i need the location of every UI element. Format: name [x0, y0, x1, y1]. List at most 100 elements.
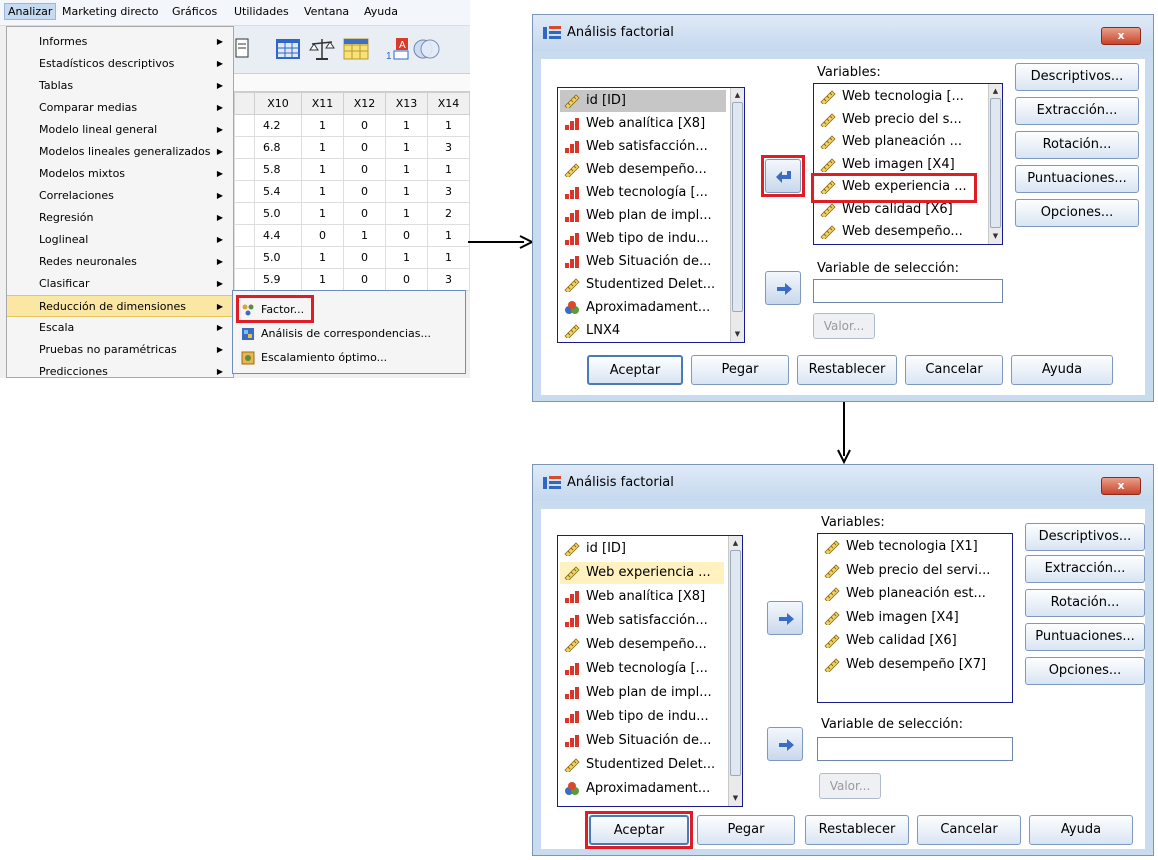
variable-list-item[interactable]: Web analítica [X8] [560, 586, 724, 608]
row-header[interactable] [234, 224, 255, 247]
row-header[interactable] [234, 180, 255, 203]
target-variable-list[interactable]: Web desempeño [X7] Web calidad [X6] Web im… [817, 533, 1013, 703]
source-variable-list[interactable]: Aproximadament... Studentized Delet... Web… [557, 535, 743, 807]
puntuaciones-button[interactable]: Puntuaciones... [1025, 623, 1145, 651]
ayuda-button[interactable]: Ayuda [1011, 355, 1113, 385]
scroll-thumb[interactable] [732, 102, 743, 312]
variable-list-item[interactable]: Web plan de impl... [560, 682, 724, 704]
table-cell[interactable]: 1 [426, 158, 470, 181]
restablecer-button[interactable]: Restablecer [797, 355, 897, 385]
variable-list-item[interactable]: Web tecnologia [... [816, 86, 984, 108]
variable-list-item[interactable]: Web satisfacción... [560, 610, 724, 632]
target-list-scrollbar[interactable]: ▲ ▼ [988, 84, 1002, 244]
scroll-down-icon[interactable]: ▼ [730, 792, 741, 804]
restablecer-button[interactable]: Restablecer [805, 815, 909, 845]
table-cell[interactable]: 0 [343, 246, 386, 269]
select-cases-grid-icon[interactable] [342, 36, 370, 62]
table-cell[interactable]: 0 [385, 268, 428, 291]
table-cell[interactable]: 1 [426, 224, 470, 247]
menu-ayuda[interactable]: Ayuda [364, 5, 398, 18]
row-header[interactable] [234, 268, 255, 291]
extraccion-button[interactable]: Extracción... [1015, 97, 1139, 125]
menu-item-pruebas-no-parametricas[interactable]: Pruebas no paramétricas ▶ [7, 339, 233, 361]
variable-list-item[interactable]: Web desempeño... [560, 634, 724, 656]
menu-item-predicciones[interactable]: Predicciones ▶ [7, 361, 233, 378]
cancelar-button[interactable]: Cancelar [905, 355, 1003, 385]
scroll-up-icon[interactable]: ▲ [990, 85, 1001, 97]
variable-list-item[interactable]: Web desempeño... [816, 221, 984, 243]
menu-item-regresion[interactable]: Regresión ▶ [7, 207, 233, 229]
row-header[interactable] [234, 158, 255, 181]
variable-list-item[interactable]: Web satisfacción... [560, 136, 726, 158]
table-cell[interactable]: 0 [343, 268, 386, 291]
menu-item-escala[interactable]: Escala ▶ [7, 317, 233, 339]
scroll-down-icon[interactable]: ▼ [732, 328, 743, 340]
variable-list-item[interactable]: Aproximadament... [560, 297, 726, 319]
scroll-up-icon[interactable]: ▲ [732, 89, 743, 101]
column-header[interactable]: X11 [301, 92, 345, 115]
rotacion-button[interactable]: Rotación... [1015, 131, 1139, 159]
column-header[interactable]: X13 [385, 92, 428, 115]
scroll-thumb[interactable] [730, 550, 741, 776]
variable-list-item[interactable]: Web calidad [X6] [820, 630, 994, 652]
opciones-button[interactable]: Opciones... [1025, 657, 1145, 685]
table-cell[interactable]: 1 [301, 136, 345, 159]
variable-list-item[interactable]: Web planeación est... [820, 583, 994, 605]
table-cell[interactable]: 4.4 [253, 224, 303, 247]
variable-list-item[interactable]: Web tipo de indu... [560, 228, 726, 250]
menu-item-loglineal[interactable]: Loglineal ▶ [7, 229, 233, 251]
menu-utilidades[interactable]: Utilidades [234, 5, 289, 18]
row-header[interactable] [234, 246, 255, 269]
table-cell[interactable]: 1 [301, 114, 345, 137]
column-header[interactable]: X14 [426, 92, 470, 115]
source-list-scrollbar[interactable]: ▲ ▼ [728, 536, 742, 806]
variable-list-item[interactable]: Web analítica [X8] [560, 113, 726, 135]
table-cell[interactable]: 1 [385, 180, 428, 203]
table-cell[interactable]: 2 [426, 202, 470, 225]
table-cell[interactable]: 5.9 [253, 268, 303, 291]
ayuda-button[interactable]: Ayuda [1029, 815, 1133, 845]
dialog-recall-icon[interactable] [234, 36, 262, 62]
table-cell[interactable]: 5.0 [253, 202, 303, 225]
table-cell[interactable]: 3 [426, 268, 470, 291]
table-cell[interactable]: 1 [301, 180, 345, 203]
target-variable-list[interactable]: Web desempeño... Web calidad [X6] Web expe… [813, 83, 1003, 245]
pegar-button[interactable]: Pegar [697, 815, 795, 845]
table-cell[interactable]: 1 [385, 202, 428, 225]
variable-list-item[interactable]: Web Situación de... [560, 730, 724, 752]
menu-ventana[interactable]: Ventana [304, 5, 349, 18]
variable-list-item[interactable]: id [ID] [560, 90, 726, 112]
move-to-selection-button[interactable] [765, 271, 801, 305]
table-cell[interactable]: 0 [343, 202, 386, 225]
variable-list-item[interactable]: Web tecnología [... [560, 658, 724, 680]
extraccion-button[interactable]: Extracción... [1025, 555, 1145, 583]
rotacion-button[interactable]: Rotación... [1025, 589, 1145, 617]
close-button[interactable]: x [1101, 477, 1141, 495]
table-cell[interactable]: 1 [343, 224, 386, 247]
move-to-variables-button[interactable] [767, 601, 803, 635]
column-header[interactable]: X12 [343, 92, 386, 115]
table-cell[interactable]: 1 [301, 268, 345, 291]
table-cell[interactable]: 0 [301, 224, 345, 247]
variable-list-item[interactable]: Web tecnología [... [560, 182, 726, 204]
pegar-button[interactable]: Pegar [691, 355, 789, 385]
table-cell[interactable]: 3 [426, 180, 470, 203]
source-list-scrollbar[interactable]: ▲ ▼ [730, 88, 744, 342]
variable-list-item[interactable]: Web Situación de... [560, 251, 726, 273]
table-cell[interactable]: 1 [385, 136, 428, 159]
variable-list-item[interactable]: Web desempeño [X7] [820, 654, 994, 676]
variable-list-item[interactable]: Studentized Delet... [560, 274, 726, 296]
variable-list-item[interactable]: Web plan de impl... [560, 205, 726, 227]
variable-list-item[interactable]: Web tecnologia [X1] [820, 536, 994, 558]
variable-list-item[interactable]: id [ID] [560, 538, 724, 560]
menu-item-clasificar[interactable]: Clasificar ▶ [7, 273, 233, 295]
variable-list-item[interactable]: Web tipo de indu... [560, 706, 724, 728]
menu-graficos[interactable]: Gráficos [172, 5, 217, 18]
venn-icon[interactable] [412, 36, 440, 62]
menu-item-modelos-lineales-generalizados[interactable]: Modelos lineales generalizados ▶ [7, 141, 233, 163]
menu-item-modelo-lineal-general[interactable]: Modelo lineal general ▶ [7, 119, 233, 141]
variable-list-item[interactable]: Studentized Delet... [560, 754, 724, 776]
variable-seleccion-field[interactable] [813, 279, 1003, 303]
row-header[interactable] [234, 202, 255, 225]
table-cell[interactable]: 4.2 [253, 114, 303, 137]
